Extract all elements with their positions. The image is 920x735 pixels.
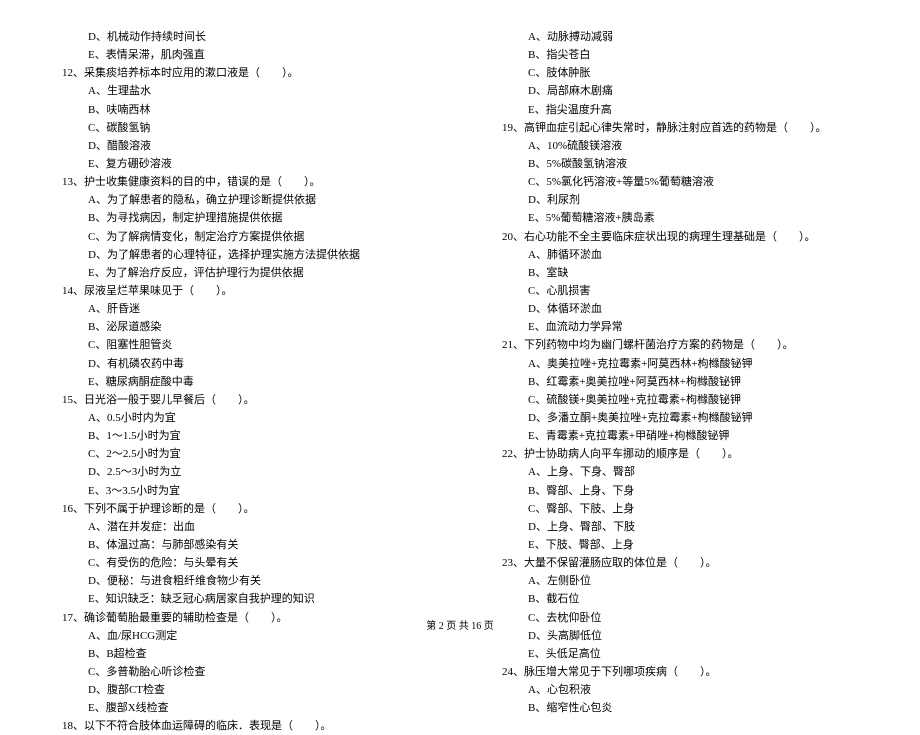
option-line: E、指尖温度升高 [490, 101, 870, 119]
option-line: A、肺循环淤血 [490, 246, 870, 264]
option-line: C、碳酸氢钠 [50, 119, 430, 137]
question-line: 23、大量不保留灌肠应取的体位是（ ）。 [490, 554, 870, 572]
option-line: A、心包积液 [490, 681, 870, 699]
option-line: C、2～2.5小时为宜 [50, 445, 430, 463]
option-line: D、上身、臀部、下肢 [490, 518, 870, 536]
option-line: E、5%葡萄糖溶液+胰岛素 [490, 209, 870, 227]
option-line: B、1～1.5小时为宜 [50, 427, 430, 445]
option-line: D、2.5～3小时为立 [50, 463, 430, 481]
option-line: B、指尖苍白 [490, 46, 870, 64]
option-line: A、肝昏迷 [50, 300, 430, 318]
option-line: D、体循环淤血 [490, 300, 870, 318]
option-line: A、上身、下身、臀部 [490, 463, 870, 481]
option-line: A、10%硫酸镁溶液 [490, 137, 870, 155]
option-line: A、动脉搏动减弱 [490, 28, 870, 46]
option-line: C、多普勒胎心听诊检查 [50, 663, 430, 681]
question-line: 21、下列药物中均为幽门螺杆菌治疗方案的药物是（ ）。 [490, 336, 870, 354]
option-line: B、缩窄性心包炎 [490, 699, 870, 717]
option-line: E、3～3.5小时为宜 [50, 482, 430, 500]
option-line: B、5%碳酸氢钠溶液 [490, 155, 870, 173]
option-line: E、头低足高位 [490, 645, 870, 663]
option-line: B、泌尿道感染 [50, 318, 430, 336]
question-line: 14、尿液呈烂苹果味见于（ ）。 [50, 282, 430, 300]
question-line: 22、护士协助病人向平车挪动的顺序是（ ）。 [490, 445, 870, 463]
option-line: A、奥美拉唑+克拉霉素+阿莫西林+枸橼酸铋钾 [490, 355, 870, 373]
option-line: C、为了解病情变化，制定治疗方案提供依据 [50, 228, 430, 246]
option-line: C、硫酸镁+奥美拉唑+克拉霉素+枸橼酸铋钾 [490, 391, 870, 409]
option-line: E、青霉素+克拉霉素+甲硝唑+枸橼酸铋钾 [490, 427, 870, 445]
page-footer: 第 2 页 共 16 页 [0, 619, 920, 636]
option-line: E、复方硼砂溶液 [50, 155, 430, 173]
option-line: E、下肢、臀部、上身 [490, 536, 870, 554]
option-line: A、潜在并发症：出血 [50, 518, 430, 536]
option-line: E、血流动力学异常 [490, 318, 870, 336]
option-line: D、机械动作持续时间长 [50, 28, 430, 46]
option-line: D、便秘：与进食粗纤维食物少有关 [50, 572, 430, 590]
option-line: D、腹部CT检查 [50, 681, 430, 699]
option-line: D、有机磷农药中毒 [50, 355, 430, 373]
option-line: B、红霉素+奥美拉唑+阿莫西林+枸橼酸铋钾 [490, 373, 870, 391]
right-column: A、动脉搏动减弱B、指尖苍白C、肢体肿胀D、局部麻木剧痛E、指尖温度升高19、高… [490, 28, 870, 608]
option-line: A、生理盐水 [50, 82, 430, 100]
option-line: B、B超检查 [50, 645, 430, 663]
option-line: B、截石位 [490, 590, 870, 608]
question-line: 15、日光浴一般于婴儿早餐后（ ）。 [50, 391, 430, 409]
option-line: B、臀部、上身、下身 [490, 482, 870, 500]
option-line: A、为了解患者的隐私，确立护理诊断提供依据 [50, 191, 430, 209]
question-line: 12、采集痰培养标本时应用的漱口液是（ ）。 [50, 64, 430, 82]
option-line: E、糖尿病酮症酸中毒 [50, 373, 430, 391]
option-line: D、醋酸溶液 [50, 137, 430, 155]
question-line: 20、右心功能不全主要临床症状出现的病理生理基础是（ ）。 [490, 228, 870, 246]
option-line: B、室缺 [490, 264, 870, 282]
option-line: E、为了解治疗反应，评估护理行为提供依据 [50, 264, 430, 282]
question-line: 19、高钾血症引起心律失常时，静脉注射应首选的药物是（ ）。 [490, 119, 870, 137]
option-line: D、局部麻木剧痛 [490, 82, 870, 100]
question-line: 16、下列不属于护理诊断的是（ ）。 [50, 500, 430, 518]
question-line: 24、脉压增大常见于下列哪项疾病（ ）。 [490, 663, 870, 681]
option-line: C、有受伤的危险：与头晕有关 [50, 554, 430, 572]
option-line: E、表情呆滞，肌肉强直 [50, 46, 430, 64]
option-line: E、知识缺乏：缺乏冠心病居家自我护理的知识 [50, 590, 430, 608]
option-line: C、肢体肿胀 [490, 64, 870, 82]
option-line: E、腹部X线检查 [50, 699, 430, 717]
option-line: C、阻塞性胆管炎 [50, 336, 430, 354]
option-line: D、多潘立酮+奥美拉唑+克拉霉素+枸橼酸铋钾 [490, 409, 870, 427]
option-line: C、臀部、下肢、上身 [490, 500, 870, 518]
option-line: B、为寻找病因，制定护理措施提供依据 [50, 209, 430, 227]
option-line: B、体温过高：与肺部感染有关 [50, 536, 430, 554]
option-line: C、5%氯化钙溶液+等量5%葡萄糖溶液 [490, 173, 870, 191]
question-line: 18、以下不符合肢体血运障碍的临床．表现是（ ）。 [50, 717, 430, 735]
option-line: A、0.5小时内为宜 [50, 409, 430, 427]
left-column: D、机械动作持续时间长E、表情呆滞，肌肉强直12、采集痰培养标本时应用的漱口液是… [50, 28, 430, 608]
option-line: D、利尿剂 [490, 191, 870, 209]
question-line: 13、护士收集健康资料的目的中，错误的是（ ）。 [50, 173, 430, 191]
option-line: B、呋喃西林 [50, 101, 430, 119]
option-line: A、左侧卧位 [490, 572, 870, 590]
option-line: C、心肌损害 [490, 282, 870, 300]
option-line: D、为了解患者的心理特征，选择护理实施方法提供依据 [50, 246, 430, 264]
